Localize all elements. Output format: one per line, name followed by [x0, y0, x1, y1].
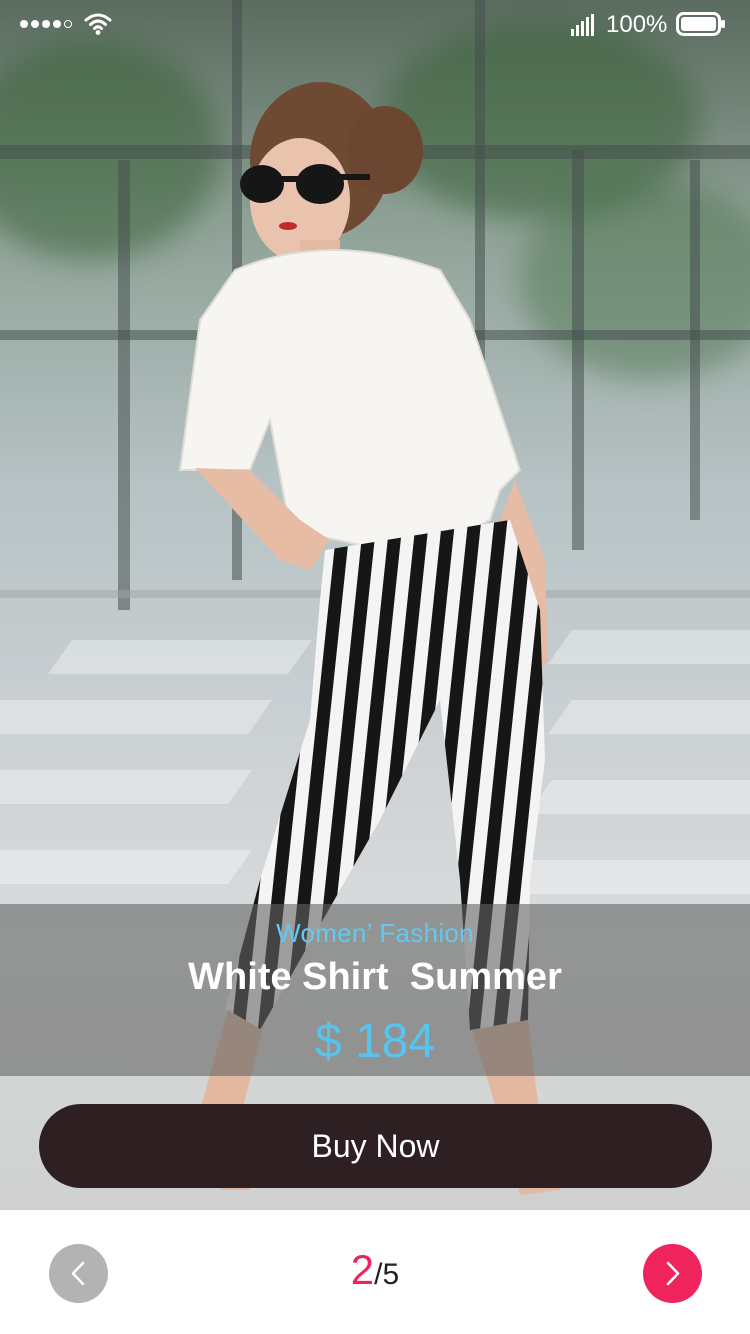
product-info-panel: Women’ Fashion White Shirt Summer $ 184 [0, 904, 750, 1076]
signal-strength-dots [20, 20, 72, 28]
signal-dot [64, 20, 72, 28]
chevron-right-icon [666, 1261, 680, 1286]
next-button[interactable] [643, 1244, 702, 1303]
product-category: Women’ Fashion [276, 918, 474, 948]
buy-now-button[interactable]: Buy Now [39, 1104, 712, 1188]
battery-percent: 100% [606, 11, 668, 38]
signal-dot [31, 20, 39, 28]
signal-dot [20, 20, 28, 28]
page-total: 5 [382, 1258, 400, 1291]
product-price: $ 184 [314, 1015, 436, 1068]
product-title: White Shirt Summer [188, 956, 562, 998]
pager-bar: 2/5 [0, 1210, 750, 1334]
wifi-icon [84, 13, 112, 35]
cellular-signal-icon [571, 14, 594, 36]
page-current: 2 [350, 1246, 375, 1293]
signal-dot [42, 20, 50, 28]
page-indicator: 2/5 [0, 1246, 750, 1294]
page-separator: / [374, 1258, 383, 1291]
signal-dot [53, 20, 61, 28]
status-bar: 100% [0, 0, 750, 50]
battery-icon [676, 12, 725, 36]
